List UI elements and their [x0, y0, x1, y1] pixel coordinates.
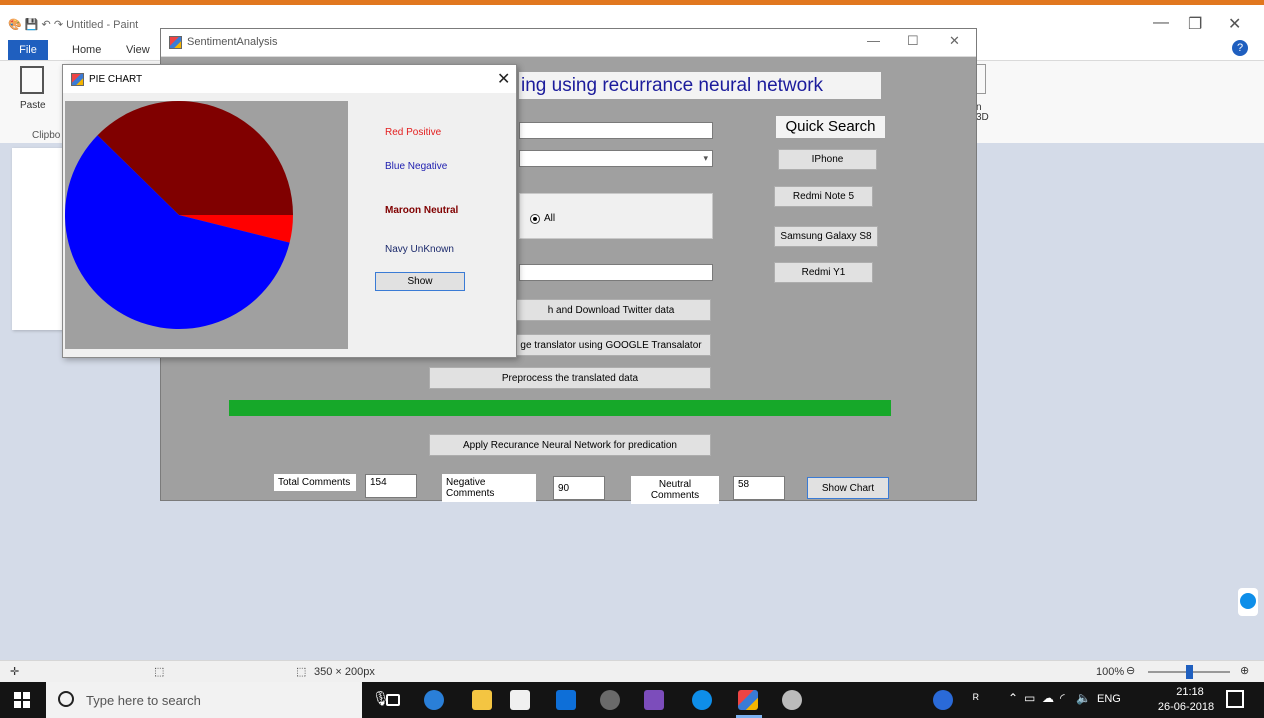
- quick-search-samsung-galaxy-s8-button[interactable]: Samsung Galaxy S8: [774, 226, 878, 247]
- notification-center-icon[interactable]: [1226, 690, 1244, 708]
- sentiment-taskbar-icon[interactable]: [738, 690, 758, 710]
- count-input[interactable]: [519, 264, 713, 281]
- selection-size-icon: ⬚: [154, 666, 165, 678]
- clock-time[interactable]: 21:18: [1163, 686, 1217, 698]
- clock-date[interactable]: 26-06-2018: [1150, 701, 1222, 713]
- tab-file[interactable]: File: [8, 40, 48, 60]
- pie-close-button[interactable]: ✕: [497, 69, 510, 89]
- sentiment-close-button[interactable]: ✕: [949, 33, 960, 49]
- paint-status-bar: ✛ ⬚ ⬚ 350 × 200px 100% ⊖ ⊕: [0, 660, 1264, 682]
- volume-icon[interactable]: 🔈: [1076, 691, 1091, 705]
- people-icon[interactable]: ᴿ: [973, 691, 979, 706]
- sentiment-maximize-button[interactable]: ☐: [907, 33, 919, 49]
- paint-taskbar-icon[interactable]: [782, 690, 802, 710]
- neutral-comments-label: Neutral Comments: [631, 476, 719, 504]
- edge-icon[interactable]: [424, 690, 444, 710]
- cursor-position-icon: ✛: [10, 666, 20, 678]
- legend-negative: Blue Negative: [385, 161, 448, 172]
- sentiment-app-icon: [169, 36, 182, 49]
- preprocess-button[interactable]: Preprocess the translated data: [429, 367, 711, 389]
- undo-icon[interactable]: ↶: [42, 19, 51, 31]
- language-indicator[interactable]: ENG: [1097, 693, 1121, 705]
- pie-titlebar[interactable]: PIE CHART ✕: [63, 65, 516, 93]
- zoom-in-button[interactable]: ⊕: [1240, 664, 1249, 677]
- legend-positive: Red Positive: [385, 127, 442, 138]
- neutral-comments-value: 58: [733, 476, 785, 500]
- zoom-slider-thumb[interactable]: [1186, 665, 1193, 679]
- help-icon[interactable]: ?: [1232, 40, 1248, 56]
- quick-search-iphone-button[interactable]: IPhone: [778, 149, 877, 170]
- quick-access-toolbar[interactable]: 🎨 💾 ↶ ↷ Untitled - Paint: [8, 18, 138, 31]
- search-placeholder: Type here to search: [86, 692, 201, 708]
- visual-studio-icon[interactable]: [644, 690, 664, 710]
- zoom-level: 100%: [1096, 666, 1125, 678]
- windows-start-icon[interactable]: [14, 692, 30, 708]
- keyword-input[interactable]: [519, 122, 713, 139]
- pie-window-title: PIE CHART: [89, 74, 143, 85]
- radio-all-label: All: [544, 213, 556, 224]
- show-chart-button[interactable]: Show Chart: [807, 477, 889, 499]
- paste-icon[interactable]: [20, 66, 44, 94]
- quick-search-redmi-note-5-button[interactable]: Redmi Note 5: [774, 186, 873, 207]
- pie-chart: [65, 100, 293, 329]
- ribbon-fragment-3d: 3D: [976, 112, 989, 123]
- task-view-icon[interactable]: [386, 694, 400, 706]
- total-comments-value: 154: [365, 474, 417, 498]
- filter-group-box: All: [519, 193, 713, 239]
- sentiment-window-title: SentimentAnalysis: [187, 36, 278, 48]
- paint-restore-button[interactable]: ❐: [1188, 14, 1202, 34]
- cortana-icon: [58, 691, 74, 707]
- chevron-up-icon[interactable]: ⌃: [1008, 691, 1018, 705]
- quick-search-redmi-y1-button[interactable]: Redmi Y1: [774, 262, 873, 283]
- sentiment-titlebar[interactable]: SentimentAnalysis — ☐ ✕: [161, 29, 976, 57]
- progress-bar-fill: [229, 400, 891, 416]
- paste-label: Paste: [20, 100, 46, 111]
- paint-minimize-button[interactable]: —: [1153, 14, 1169, 32]
- download-twitter-data-button[interactable]: h and Download Twitter data: [511, 299, 711, 321]
- file-explorer-icon[interactable]: [472, 690, 492, 710]
- google-translate-button[interactable]: ge translator using GOOGLE Transalator: [511, 334, 711, 356]
- apply-rnn-button[interactable]: Apply Recurance Neural Network for predi…: [429, 434, 711, 456]
- canvas-dimensions: 350 × 200px: [314, 666, 375, 678]
- paint-close-button[interactable]: ✕: [1228, 14, 1241, 34]
- paint-window-title: Untitled - Paint: [66, 19, 139, 31]
- canvas-size-icon: ⬚: [296, 666, 307, 678]
- wifi-icon[interactable]: ◜: [1060, 691, 1065, 705]
- quick-search-label: Quick Search: [776, 116, 885, 138]
- negative-comments-value: 90: [553, 476, 605, 500]
- tab-home[interactable]: Home: [72, 40, 101, 60]
- teamviewer-icon[interactable]: [692, 690, 712, 710]
- battery-icon[interactable]: ▭: [1024, 691, 1035, 705]
- clipboard-group-label: Clipbo: [32, 130, 61, 141]
- taskbar: Type here to search 🎙 ᴿ ⌃ ▭ ☁ ◜ 🔈 ENG 21…: [0, 682, 1264, 718]
- pie-app-icon: [71, 73, 84, 86]
- total-comments-label: Total Comments: [274, 474, 356, 491]
- language-dropdown[interactable]: ▾: [519, 150, 713, 167]
- help-tray-icon[interactable]: [933, 690, 953, 710]
- chevron-down-icon: ▾: [703, 153, 708, 163]
- taskbar-search-box[interactable]: Type here to search: [46, 682, 362, 718]
- redo-icon[interactable]: ↷: [54, 19, 63, 31]
- negative-comments-label: Negative Comments: [442, 474, 536, 502]
- tab-view[interactable]: View: [126, 40, 150, 60]
- teamviewer-side-icon[interactable]: [1238, 588, 1258, 616]
- radio-all[interactable]: [530, 214, 540, 224]
- ribbon-3d-icon[interactable]: [976, 64, 986, 94]
- pie-chart-window: PIE CHART ✕ Red Positive Blue Negative M…: [62, 64, 517, 358]
- sentiment-heading: ing using recurrance neural network: [519, 72, 881, 99]
- pie-show-button[interactable]: Show: [375, 272, 465, 291]
- arduino-icon[interactable]: [600, 690, 620, 710]
- dropbox-icon[interactable]: [556, 690, 576, 710]
- paint-app-icon: 🎨: [8, 19, 22, 31]
- zoom-out-button[interactable]: ⊖: [1126, 664, 1135, 677]
- sentiment-minimize-button[interactable]: —: [867, 33, 880, 48]
- progress-bar: [229, 400, 891, 416]
- legend-unknown: Navy UnKnown: [385, 244, 454, 255]
- save-icon[interactable]: 💾: [25, 19, 39, 31]
- pie-chart-canvas: [65, 100, 348, 349]
- legend-neutral: Maroon Neutral: [385, 205, 459, 216]
- cloud-icon[interactable]: ☁: [1042, 691, 1054, 705]
- store-icon[interactable]: [510, 690, 530, 710]
